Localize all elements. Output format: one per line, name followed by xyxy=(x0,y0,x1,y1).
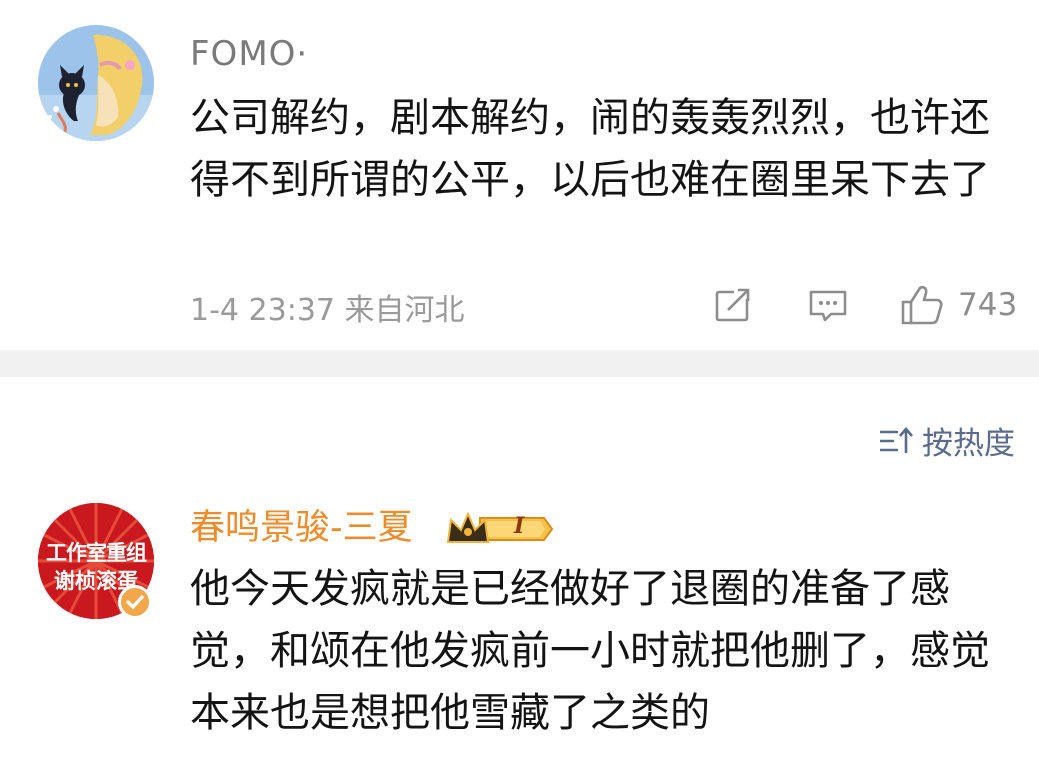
sort-label: 按热度 xyxy=(922,426,1015,462)
sort-by-hot-button[interactable]: 按热度 xyxy=(878,418,1015,463)
section-divider xyxy=(0,350,1039,377)
user-avatar[interactable] xyxy=(38,25,154,141)
username[interactable]: 春鸣景骏-三夏 xyxy=(190,508,413,548)
comment-icon xyxy=(809,290,847,322)
avatar-illustration xyxy=(38,25,154,141)
like-count: 743 xyxy=(958,287,1018,323)
like-button[interactable]: 743 xyxy=(900,284,1017,326)
fan-level-badge: I xyxy=(446,510,554,552)
comment-text: 他今天发疯就是已经做好了退圈的准备了感觉，和颂在他发疯前一小时就把他删了，感觉本… xyxy=(190,566,990,736)
comment-timestamp: 1-4 23:37 来自河北 xyxy=(190,293,465,328)
share-button[interactable] xyxy=(714,287,752,323)
comment-button[interactable] xyxy=(808,289,848,323)
like-icon xyxy=(901,285,943,325)
comment-item-1: FOMO· 公司解约，剧本解约，闹的轰轰烈烈，也许还得不到所谓的公平，以后也难在… xyxy=(0,0,1039,350)
share-icon xyxy=(715,287,752,322)
fan-level-text: I xyxy=(514,513,525,539)
sort-icon xyxy=(880,426,913,453)
avatar-text-line1: 工作室重组 xyxy=(46,541,147,565)
username[interactable]: FOMO· xyxy=(190,34,308,74)
verified-badge-icon xyxy=(118,585,152,619)
comment-item-2: 工作室重组 谢桢滚蛋 春鸣景骏-三夏 I 他今天发疯就是已经做好了退圈的准备了感… xyxy=(0,490,1039,760)
comment-text: 公司解约，剧本解约，闹的轰轰烈烈，也许还得不到所谓的公平，以后也难在圈里呆下去了 xyxy=(190,95,990,203)
